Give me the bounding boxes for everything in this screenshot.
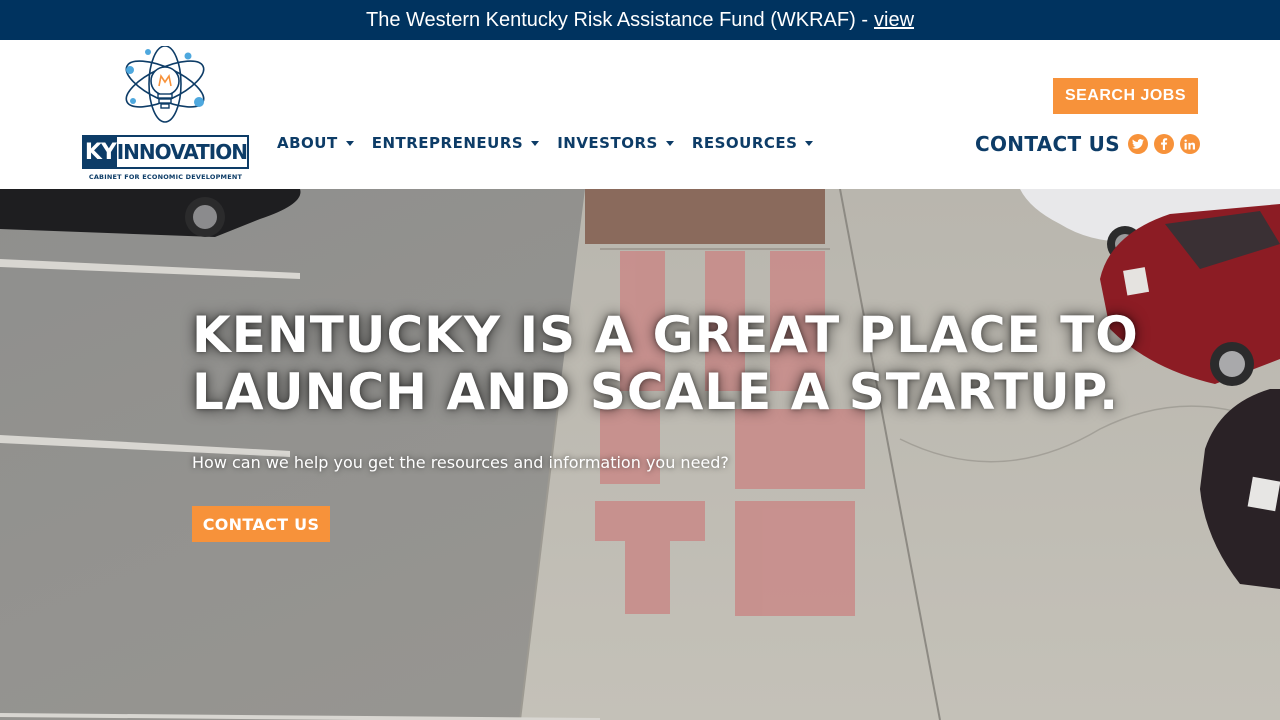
- announcement-view-link[interactable]: view: [874, 9, 914, 32]
- nav-about[interactable]: ABOUT: [277, 134, 354, 152]
- search-jobs-button[interactable]: SEARCH JOBS: [1053, 78, 1198, 114]
- nav-about-label: ABOUT: [277, 134, 338, 152]
- hero-contact-button[interactable]: CONTACT US: [192, 506, 330, 542]
- caret-down-icon: [665, 140, 674, 146]
- caret-down-icon: [345, 140, 354, 146]
- hero-subtitle: How can we help you get the resources an…: [192, 453, 729, 472]
- announcement-bar: The Western Kentucky Risk Assistance Fun…: [0, 0, 1280, 40]
- linkedin-icon[interactable]: [1179, 134, 1200, 154]
- facebook-icon[interactable]: [1153, 134, 1174, 154]
- nav-investors[interactable]: INVESTORS: [557, 134, 674, 152]
- lightbulb-atom-icon: [125, 46, 205, 123]
- announcement-text: The Western Kentucky Risk Assistance Fun…: [365, 8, 868, 31]
- hero-section: KENTUCKY IS A GREAT PLACE TO LAUNCH AND …: [0, 189, 1280, 720]
- twitter-icon[interactable]: [1127, 134, 1148, 154]
- nav-resources[interactable]: RESOURCES: [692, 134, 814, 152]
- site-logo[interactable]: KY INNOVATION CABINET FOR ECONOMIC DEVEL…: [82, 46, 249, 184]
- nav-investors-label: INVESTORS: [557, 134, 658, 152]
- caret-down-icon: [805, 140, 814, 146]
- logo-tagline: CABINET FOR ECONOMIC DEVELOPMENT: [88, 173, 243, 181]
- logo-wordmark: KY INNOVATION: [82, 135, 249, 169]
- nav-entrepreneurs[interactable]: ENTREPRENEURS: [371, 134, 540, 152]
- hero-title: KENTUCKY IS A GREAT PLACE TO LAUNCH AND …: [192, 306, 1139, 421]
- caret-down-icon: [531, 140, 540, 146]
- logo-ky: KY: [84, 137, 117, 167]
- main-nav: ABOUT ENTREPRENEURS INVESTORS RESOURCES: [277, 134, 814, 152]
- nav-entrepreneurs-label: ENTREPRENEURS: [371, 134, 524, 152]
- header-contact: CONTACT US: [975, 132, 1200, 156]
- logo-name: INNOVATION: [116, 140, 248, 164]
- site-header: KY INNOVATION CABINET FOR ECONOMIC DEVEL…: [0, 40, 1280, 189]
- contact-us-link[interactable]: CONTACT US: [975, 132, 1120, 156]
- nav-resources-label: RESOURCES: [691, 134, 798, 152]
